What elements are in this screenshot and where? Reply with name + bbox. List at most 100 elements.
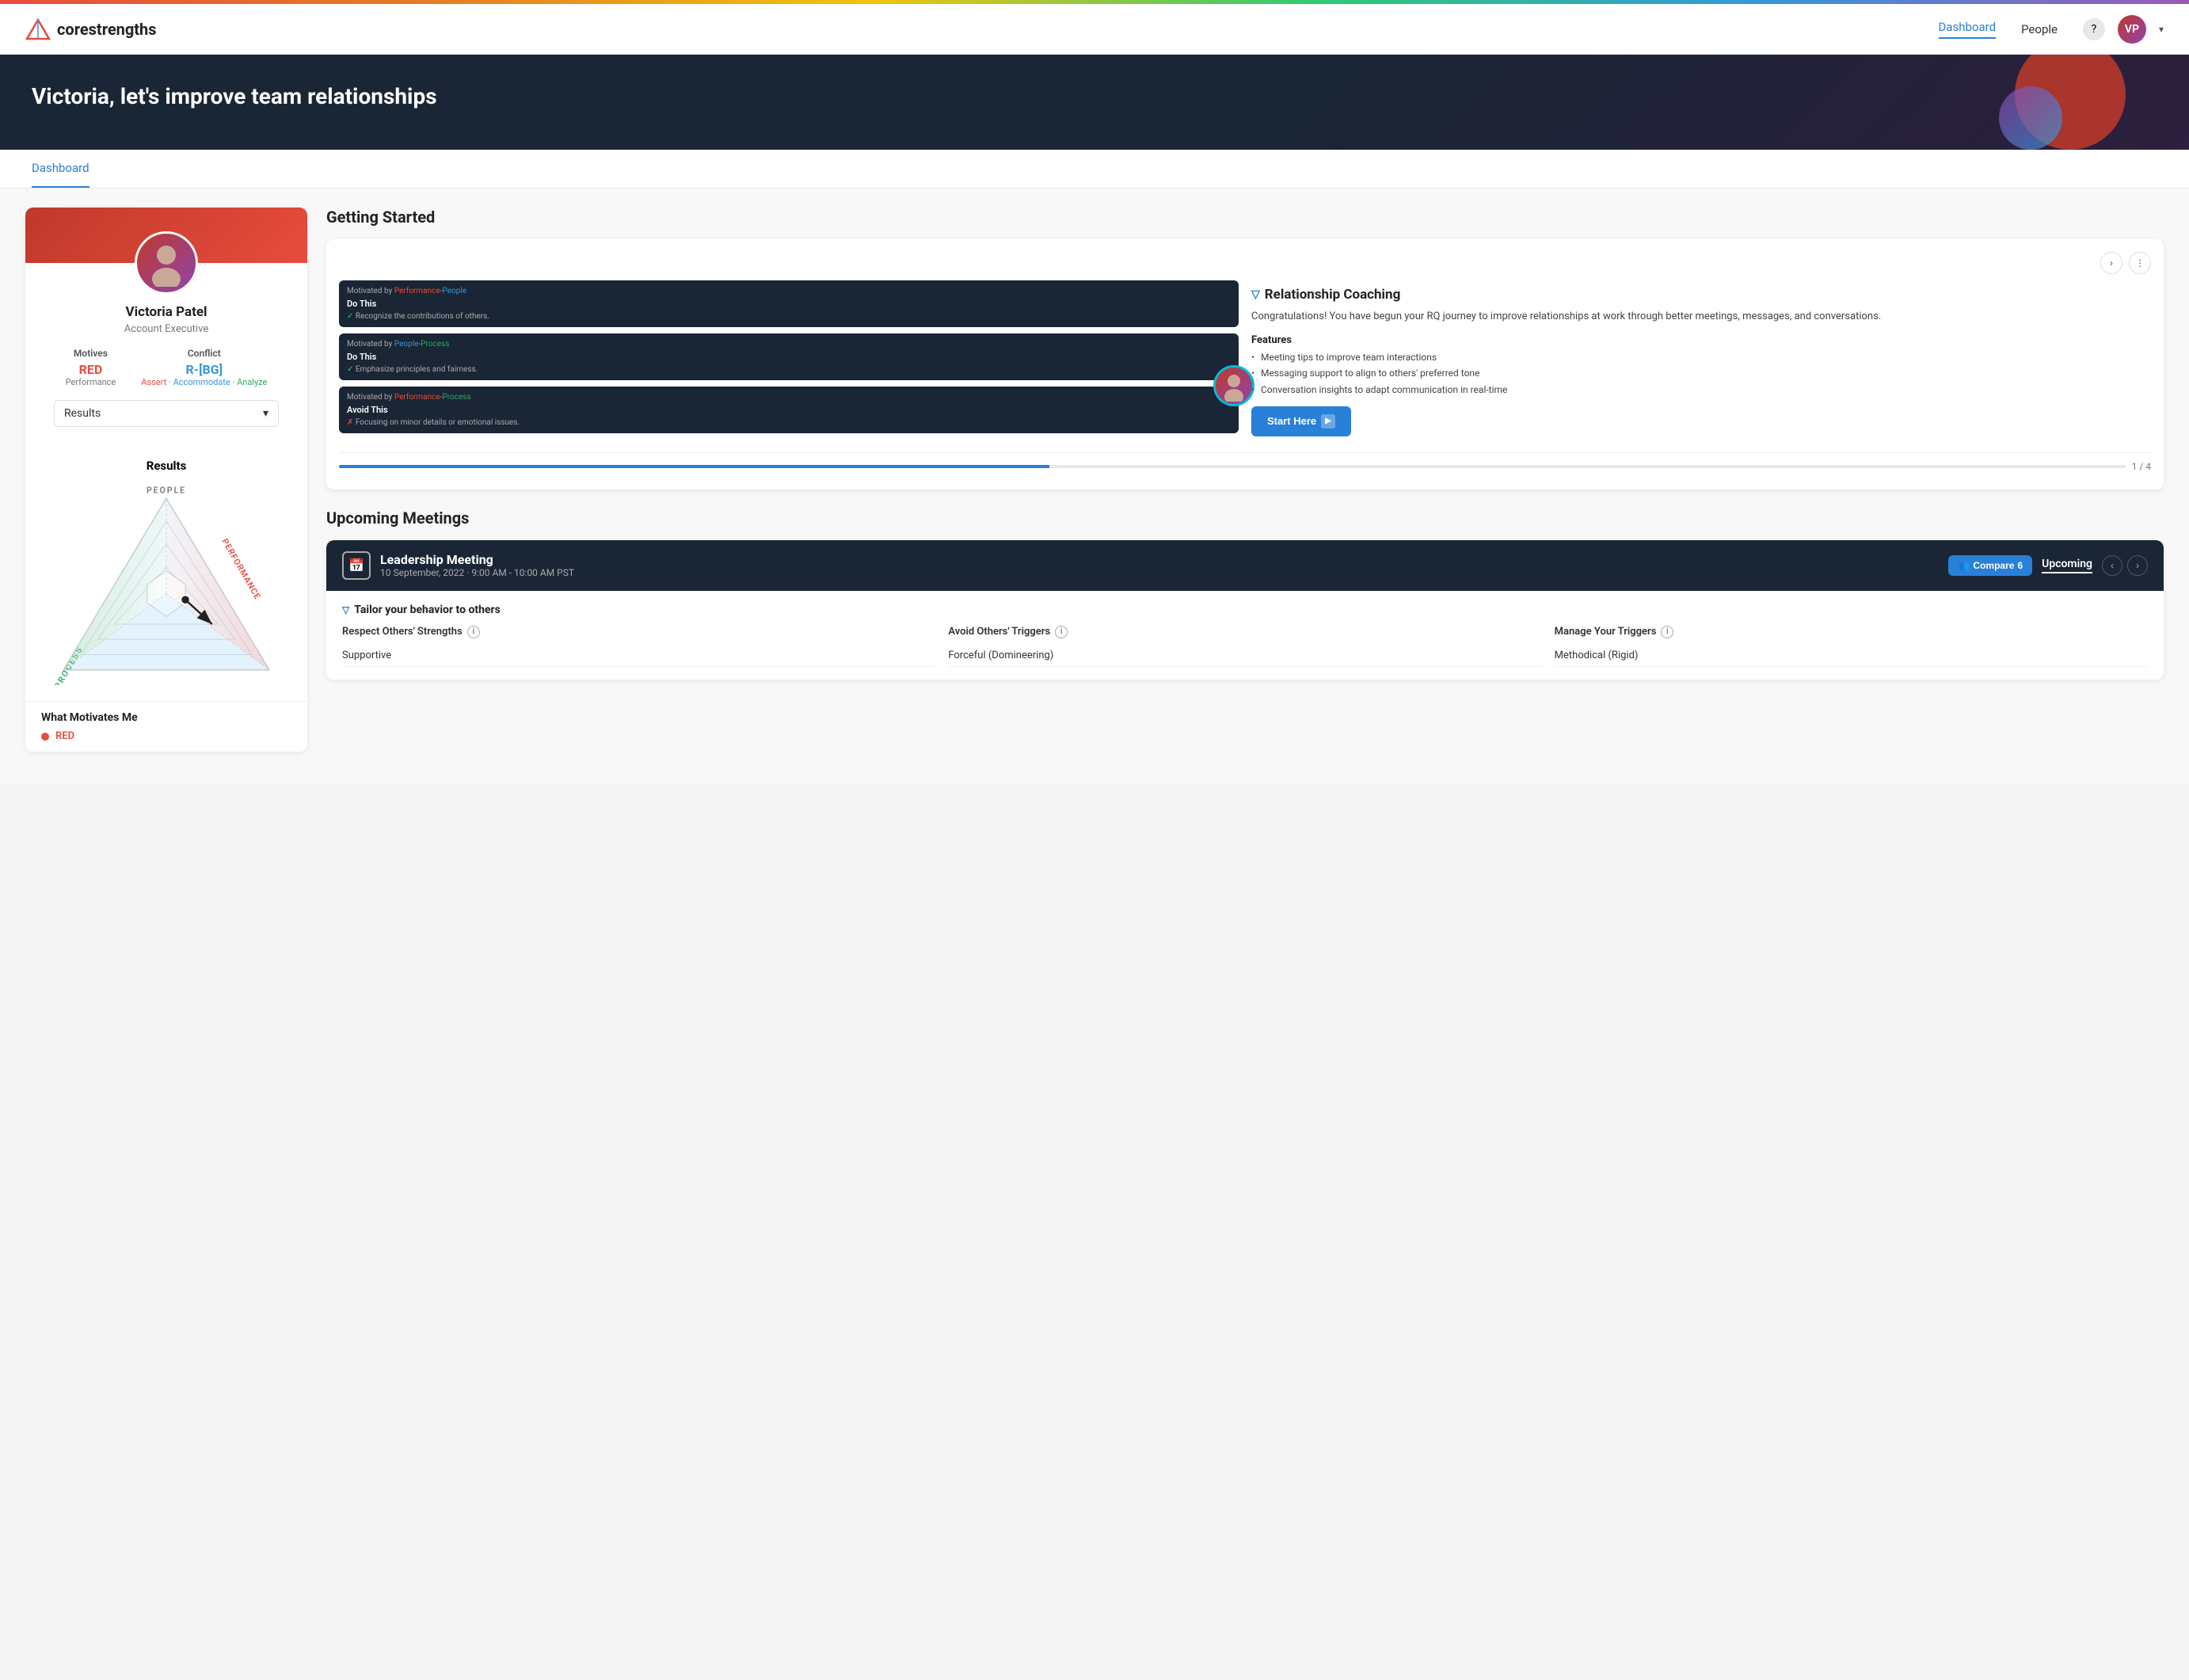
compare-count: 6 [2017,560,2023,571]
what-motivates-section: What Motivates Me RED [25,701,307,752]
profile-avatar [135,231,198,295]
progress-label: 1 / 4 [2132,461,2151,472]
col3-info-icon[interactable]: i [1661,626,1673,638]
conflict-separator2: · [232,377,234,387]
nav-people[interactable]: People [2021,22,2058,36]
col1-info-icon[interactable]: i [467,626,480,638]
meeting-nav: ‹ › [2102,555,2148,576]
upcoming-tab[interactable]: Upcoming [2042,558,2092,573]
behavior-item-2: Forceful (Domineering) [948,645,1541,667]
tailor-heading: ▽ Tailor your behavior to others [342,604,2148,616]
mini-card-1-check: Recognize the contributions of others. [347,312,1231,321]
meeting-prev-btn[interactable]: ‹ [2102,555,2122,576]
user-avatar[interactable]: VP [2118,15,2146,44]
conflict-metric: Conflict R-[BG] Assert · Accommodate · A… [141,348,267,387]
meeting-next-btn[interactable]: › [2127,555,2148,576]
results-dropdown-label: Results [64,407,101,420]
mini-card-2-action: Do This [347,352,1231,362]
meeting-time: 10 September, 2022 · 9:00 AM - 10:00 AM … [380,567,1939,578]
behavior-col-3: Manage Your Triggers i Methodical (Rigid… [1555,626,2148,667]
gs-cards-panel: Motivated by Performance-People Do This … [339,280,1239,443]
meeting-actions: 👥 Compare 6 Upcoming ‹ › [1948,555,2148,576]
bubble-avatar-image [1218,370,1250,402]
profile-card-header [25,208,307,263]
results-dropdown[interactable]: Results ▾ [54,400,279,427]
meeting-header: 📅 Leadership Meeting 10 September, 2022 … [326,540,2164,591]
feature-3: Conversation insights to adapt communica… [1251,383,2151,397]
profile-job-title: Account Executive [41,323,291,335]
avatar-chevron-icon[interactable]: ▾ [2159,24,2164,35]
calendar-icon: 📅 [342,551,371,580]
coaching-heading: ▽ Relationship Coaching [1251,287,2151,303]
header-banner: Victoria, let's improve team relationshi… [0,55,2189,150]
meeting-body: ▽ Tailor your behavior to others Respect… [326,591,2164,680]
conflict-analyze: Analyze [237,377,267,387]
mini-card-3-x: Focusing on minor details or emotional i… [347,418,1231,427]
feature-2: Messaging support to align to others' pr… [1251,367,2151,380]
motives-sub: Performance [66,377,116,387]
col1-title: Respect Others' Strengths i [342,626,935,638]
chart-title: Results [38,459,295,473]
mini-card-3-action: Avoid This [347,405,1231,415]
feature-1: Meeting tips to improve team interaction… [1251,351,2151,364]
nav-dashboard[interactable]: Dashboard [1939,20,1997,39]
compare-icon: 👥 [1958,560,1970,571]
logo-area: corestrengths [25,18,1939,40]
mini-card-1-action: Do This [347,299,1231,309]
motivates-item: RED [41,730,291,742]
coaching-desc: Congratulations! You have begun your RQ … [1251,309,2151,325]
navbar: corestrengths Dashboard People ? VP ▾ [0,4,2189,55]
motivates-value: RED [55,730,74,742]
logo-core: core [57,20,89,39]
start-here-button[interactable]: Start Here ▶ [1251,406,1351,436]
conflict-separator1: · [169,377,171,387]
content-grid: Victoria Patel Account Executive Motives… [0,189,2189,783]
tailor-triangle-icon: ▽ [342,604,349,615]
coaching-triangle-icon: ▽ [1251,288,1260,301]
compare-button[interactable]: 👥 Compare 6 [1948,555,2032,576]
tab-dashboard[interactable]: Dashboard [32,150,89,188]
person-bubble-avatar [1213,365,1254,406]
gs-top-nav: › ⋮ [339,252,2151,274]
start-here-label: Start Here [1267,415,1316,427]
right-panel: Getting Started › ⋮ Motivated by Perform… [326,208,2164,764]
col3-title-text: Manage Your Triggers [1555,626,1657,638]
profile-card: Victoria Patel Account Executive Motives… [25,208,307,752]
nav-right: ? VP ▾ [2083,15,2164,44]
gs-dots-btn[interactable]: ⋮ [2129,252,2151,274]
svg-text:PERFORMANCE: PERFORMANCE [219,537,263,602]
behaviors-grid: Respect Others' Strengths i Supportive A… [342,626,2148,667]
conflict-assert: Assert [141,377,166,387]
conflict-accommodate: Accommodate [173,377,230,387]
banner-title: Victoria, let's improve team relationshi… [32,83,2157,109]
upcoming-meeting-card: 📅 Leadership Meeting 10 September, 2022 … [326,540,2164,680]
svg-text:PEOPLE: PEOPLE [147,485,186,495]
behavior-col-2: Avoid Others' Triggers i Forceful (Domin… [948,626,1541,667]
upcoming-section-title: Upcoming Meetings [326,509,2164,528]
mini-card-3: Motivated by Performance-Process Avoid T… [339,387,1239,433]
progress-seg-1 [339,465,1049,468]
mini-card-1-label: Motivated by Performance-People [347,287,1231,295]
conflict-value: R-[BG] [141,362,267,377]
profile-metrics: Motives RED Performance Conflict R-[BG] … [41,348,291,387]
profile-name: Victoria Patel [41,304,291,320]
motives-label: Motives [66,348,116,359]
motivates-dot-icon [41,733,49,741]
gs-content: Motivated by Performance-People Do This … [339,280,2151,443]
notification-bell-icon[interactable]: ? [2083,18,2105,40]
col2-info-icon[interactable]: i [1055,626,1068,638]
motives-value: RED [66,362,116,377]
conflict-sub: Assert · Accommodate · Analyze [141,377,267,387]
left-panel: Victoria Patel Account Executive Motives… [25,208,307,764]
tailor-heading-text: Tailor your behavior to others [354,604,501,616]
col1-title-text: Respect Others' Strengths [342,626,463,638]
compare-label: Compare [1973,560,2014,571]
coaching-title: Relationship Coaching [1265,287,1401,303]
mini-card-2-label: Motivated by People-Process [347,340,1231,349]
mini-card-2-wrapper: Motivated by People-Process Do This Emph… [339,333,1239,380]
gs-next-btn[interactable]: › [2100,252,2122,274]
behavior-col-1: Respect Others' Strengths i Supportive [342,626,935,667]
col2-title-text: Avoid Others' Triggers [948,626,1050,638]
mini-card-2-check: Emphasize principles and fairness. [347,365,1231,374]
tab-bar: Dashboard [0,150,2189,189]
